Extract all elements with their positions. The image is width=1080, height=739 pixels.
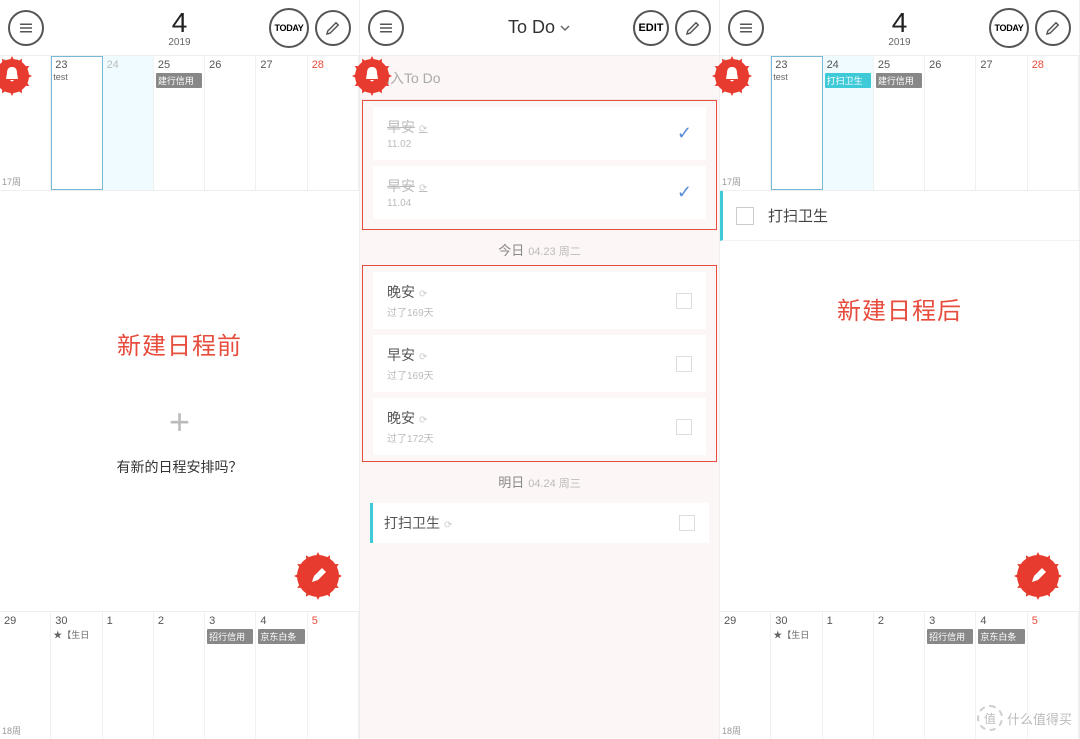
checkbox[interactable] (679, 515, 695, 531)
panel-after: 4 2019 TODAY 8.1823test24打扫卫生25建行信用26272… (720, 0, 1080, 739)
today-button[interactable]: TODAY (989, 8, 1029, 48)
menu-button[interactable] (368, 10, 404, 46)
checkbox[interactable] (736, 207, 754, 225)
day-cell[interactable]: 29 (720, 612, 771, 739)
check-icon: ✓ (677, 182, 692, 203)
edit-text-button[interactable]: EDIT (633, 10, 669, 46)
header: 4 2019 TODAY (0, 0, 359, 56)
calendar-week-17: 8.1823test24打扫卫生25建行信用26272817周 (720, 56, 1079, 191)
empty-area: 新建日程前 + 有新的日程安排吗？ (0, 191, 359, 611)
day-cell[interactable]: 23test (51, 56, 102, 190)
day-cell[interactable]: 27 (256, 56, 307, 190)
panel-before: 4 2019 TODAY 8.1823test2425建行信用26272817周… (0, 0, 360, 739)
todo-item[interactable]: 打扫卫生⟳ (370, 503, 709, 543)
calendar-week-17: 8.1823test2425建行信用26272817周 (0, 56, 359, 191)
todo-item[interactable]: 早安⟳过了169天 (373, 335, 706, 392)
section-tomorrow: 明日04.24 周三 (360, 462, 719, 497)
todo-list: 上次完成时间 早安⟳11.02 ✓ 早安⟳11.04 ✓ 今日04.23 周二 … (360, 100, 719, 739)
day-cell[interactable]: 23test (771, 56, 822, 190)
todo-item[interactable]: 晚安⟳过了172天 (373, 398, 706, 455)
today-button[interactable]: TODAY (269, 8, 309, 48)
todo-item[interactable]: 早安⟳11.02 ✓ (373, 107, 706, 160)
annotation-after: 新建日程后 (720, 291, 1079, 326)
fab-edit-button[interactable] (293, 551, 343, 601)
checkbox[interactable] (676, 419, 692, 435)
day-cell[interactable]: 28 (1028, 56, 1079, 190)
menu-button[interactable] (8, 10, 44, 46)
todo-item[interactable]: 晚安⟳过了169天 (373, 272, 706, 329)
bell-icon[interactable] (710, 54, 754, 98)
panel-todo: To Do EDIT 输入To Do 上次完成时间 早安⟳11.02 ✓ 早安⟳… (360, 0, 720, 739)
edit-button[interactable] (675, 10, 711, 46)
day-cell[interactable]: 1 (823, 612, 874, 739)
task-list: 打扫卫生 新建日程后 (720, 191, 1079, 611)
chevron-down-icon (559, 22, 571, 34)
list-item[interactable]: 打扫卫生 (720, 191, 1079, 241)
bell-icon[interactable] (350, 54, 394, 98)
day-cell[interactable]: 29 (0, 612, 51, 739)
day-cell[interactable]: 26 (205, 56, 256, 190)
edit-button[interactable] (1035, 10, 1071, 46)
day-cell[interactable]: 30★【生日 (51, 612, 102, 739)
prompt-text: 有新的日程安排吗？ (117, 457, 243, 477)
checkbox[interactable] (676, 293, 692, 309)
checkbox[interactable] (676, 356, 692, 372)
day-cell[interactable]: 2 (874, 612, 925, 739)
day-cell[interactable]: 4京东白条 (256, 612, 307, 739)
day-cell[interactable]: 2 (154, 612, 205, 739)
section-today: 今日04.23 周二 (360, 230, 719, 265)
todo-item[interactable]: 早安⟳11.04 ✓ (373, 166, 706, 219)
day-cell[interactable]: 25建行信用 (874, 56, 925, 190)
day-cell[interactable]: 24打扫卫生 (823, 56, 874, 190)
day-cell[interactable]: 5 (308, 612, 359, 739)
day-cell[interactable]: 1 (103, 612, 154, 739)
bell-icon[interactable] (0, 54, 34, 98)
day-cell[interactable]: 25建行信用 (154, 56, 205, 190)
day-cell[interactable]: 26 (925, 56, 976, 190)
todo-input[interactable]: 输入To Do (360, 56, 719, 100)
header: 4 2019 TODAY (720, 0, 1079, 56)
menu-button[interactable] (728, 10, 764, 46)
watermark: 值什么值得买 (977, 705, 1072, 731)
calendar-week-18: 2930★【生日123招行信用4京东白条518周 (0, 611, 359, 739)
day-cell[interactable]: 27 (976, 56, 1027, 190)
day-cell[interactable]: 30★【生日 (771, 612, 822, 739)
day-cell[interactable]: 3招行信用 (925, 612, 976, 739)
check-icon: ✓ (677, 123, 692, 144)
edit-button[interactable] (315, 10, 351, 46)
header: To Do EDIT (360, 0, 719, 56)
day-cell[interactable]: 24 (103, 56, 154, 190)
day-cell[interactable]: 3招行信用 (205, 612, 256, 739)
annotation-before: 新建日程前 (117, 326, 242, 361)
add-icon[interactable]: + (169, 401, 190, 443)
fab-edit-button[interactable] (1013, 551, 1063, 601)
